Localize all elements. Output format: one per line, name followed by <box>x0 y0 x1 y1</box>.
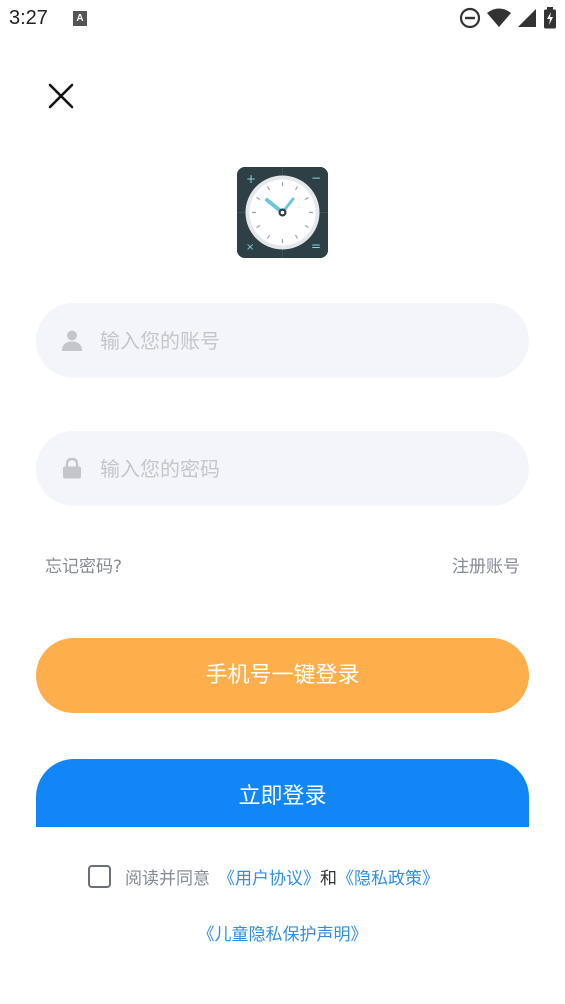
agreement-prefix: 阅读并同意 <box>125 869 210 889</box>
children-privacy-link[interactable]: 《儿童隐私保护声明》 <box>0 920 565 945</box>
agreement-row: 阅读并同意 《用户协议》 和 《隐私政策》 <box>88 864 439 889</box>
register-link[interactable]: 注册账号 <box>452 552 520 577</box>
dnd-icon <box>459 7 481 29</box>
password-input[interactable] <box>100 431 510 506</box>
svg-text:×: × <box>246 242 254 253</box>
close-button[interactable] <box>44 79 78 113</box>
svg-text:−: − <box>311 171 321 185</box>
phone-login-button[interactable]: 手机号一键登录 <box>36 638 529 713</box>
status-time: 3:27 <box>9 7 48 29</box>
user-agreement-link[interactable]: 《用户协议》 <box>218 864 320 889</box>
login-button[interactable]: 立即登录 <box>36 759 529 827</box>
svg-text:+: + <box>246 172 256 186</box>
password-field[interactable] <box>36 431 529 506</box>
privacy-policy-link[interactable]: 《隐私政策》 <box>337 864 439 889</box>
status-icons <box>459 7 557 29</box>
account-field[interactable] <box>36 303 529 378</box>
agreement-and: 和 <box>320 869 337 889</box>
notification-a-icon: A <box>73 11 87 26</box>
lock-icon <box>63 457 81 479</box>
forgot-password-link[interactable]: 忘记密码? <box>45 552 122 577</box>
status-bar: 3:27 A <box>0 0 565 40</box>
account-input[interactable] <box>100 303 510 378</box>
signal-icon <box>518 9 536 27</box>
app-logo: + − × = <box>237 167 328 258</box>
battery-charging-icon <box>544 7 556 29</box>
close-icon <box>48 83 74 109</box>
svg-text:=: = <box>311 239 321 253</box>
clock-calculator-logo: + − × = <box>237 167 328 258</box>
wifi-icon <box>487 8 511 27</box>
agreement-checkbox[interactable] <box>88 865 111 888</box>
user-icon <box>62 330 82 351</box>
